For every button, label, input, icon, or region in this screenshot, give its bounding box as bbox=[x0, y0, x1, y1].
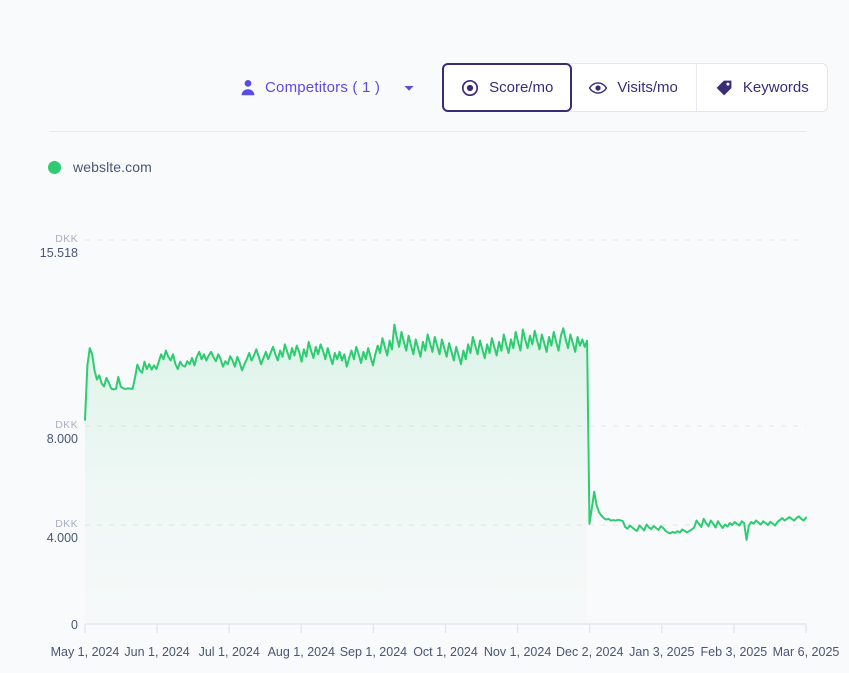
svg-text:4.000: 4.000 bbox=[47, 531, 78, 545]
chart-x-axis: May 1, 2024 Jun 1, 2024 Jul 1, 2024 Aug 1, … bbox=[51, 645, 840, 659]
svg-text:15.518: 15.518 bbox=[40, 246, 78, 260]
svg-text:DKK: DKK bbox=[55, 518, 78, 530]
x-axis-tick-label: Sep 1, 2024 bbox=[340, 645, 407, 659]
x-axis-tick-label: Mar 6, 2025 bbox=[773, 645, 840, 659]
legend-item-label: webslte.com bbox=[73, 159, 152, 175]
x-axis-tick-label: Oct 1, 2024 bbox=[413, 645, 478, 659]
legend-color-swatch bbox=[48, 160, 61, 174]
x-axis-tick-label: Aug 1, 2024 bbox=[268, 645, 335, 659]
x-axis-tick-label: Jun 1, 2024 bbox=[124, 645, 189, 659]
score-chart: DKK 15.518 DKK 8.000 DKK 4.000 0 May 1, 2024 Ju… bbox=[0, 200, 849, 673]
target-icon bbox=[461, 79, 479, 97]
chevron-down-icon[interactable] bbox=[402, 81, 416, 95]
competitors-label: Competitors ( 1 ) bbox=[265, 79, 381, 96]
tab-keywords[interactable]: Keywords bbox=[696, 64, 827, 111]
tab-score-per-mo[interactable]: Score/mo bbox=[442, 63, 573, 112]
x-axis-tick-label: May 1, 2024 bbox=[51, 645, 120, 659]
chart-baseline-axis bbox=[84, 623, 807, 633]
chart-plot-area bbox=[84, 323, 807, 624]
chart-toolbar: Competitors ( 1 ) Score/mo Visits/mo Key… bbox=[0, 0, 849, 131]
svg-text:DKK: DKK bbox=[55, 419, 78, 431]
svg-text:0: 0 bbox=[71, 618, 78, 632]
x-axis-tick-label: Jul 1, 2024 bbox=[199, 645, 260, 659]
chart-legend[interactable]: webslte.com bbox=[48, 159, 152, 175]
tab-visits-per-mo[interactable]: Visits/mo bbox=[571, 64, 697, 111]
toolbar-divider bbox=[50, 131, 806, 132]
svg-text:DKK: DKK bbox=[55, 233, 78, 245]
x-axis-tick-label: Jan 3, 2025 bbox=[629, 645, 694, 659]
x-axis-tick-label: Nov 1, 2024 bbox=[484, 645, 551, 659]
person-icon bbox=[240, 79, 256, 96]
metric-tab-group: Score/mo Visits/mo Keywords bbox=[442, 63, 828, 112]
tag-icon bbox=[715, 79, 733, 97]
x-axis-tick-label: Feb 3, 2025 bbox=[701, 645, 768, 659]
chart-y-axis: DKK15.518DKK8.000DKK4.0000 bbox=[40, 233, 78, 632]
svg-text:8.000: 8.000 bbox=[47, 432, 78, 446]
tab-score-per-mo-label: Score/mo bbox=[489, 79, 554, 96]
tab-visits-per-mo-label: Visits/mo bbox=[617, 79, 678, 96]
chart-canvas: DKK15.518DKK8.000DKK4.0000 May 1, 2024 Ju… bbox=[40, 233, 840, 659]
competitors-dropdown[interactable]: Competitors ( 1 ) bbox=[240, 79, 426, 96]
x-axis-tick-label: Dec 2, 2024 bbox=[556, 645, 623, 659]
tab-keywords-label: Keywords bbox=[742, 79, 809, 96]
eye-icon bbox=[589, 79, 608, 97]
